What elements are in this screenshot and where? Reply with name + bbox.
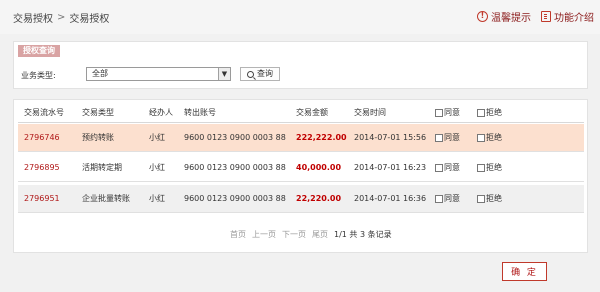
row-handler: 小红 [149,133,165,142]
row-time: 2014-07-01 16:23 [354,163,427,172]
row-serial[interactable]: 2796951 [24,185,60,212]
reject-checkbox[interactable] [477,133,485,142]
breadcrumb: 交易授权 > 交易授权 [13,10,109,25]
alert-icon: ! [477,11,488,22]
reject-label: 拒绝 [486,194,502,203]
row-type: 企业批量转账 [82,194,130,203]
row-account: 9600 0123 0900 0003 88 [184,194,286,203]
row-reject[interactable]: 拒绝 [477,124,502,151]
chevron-down-icon[interactable]: ▼ [218,68,230,80]
page-info: 1/1 共 3 条记录 [334,230,392,239]
business-type-select[interactable]: 全部 ▼ [86,67,231,81]
table-row[interactable]: 2796746 预约转账 小红 9600 0123 0900 0003 88 2… [18,124,584,152]
row-amount: 40,000.00 [296,163,342,172]
last-page-link[interactable]: 尾页 [312,229,328,240]
agree-checkbox[interactable] [435,163,443,172]
row-agree[interactable]: 同意 [435,185,460,212]
agree-label: 同意 [444,163,460,172]
help-link[interactable]: 功能介绍 [541,9,594,24]
row-serial[interactable]: 2796895 [24,154,60,181]
row-account: 9600 0123 0900 0003 88 [184,133,286,142]
agree-label: 同意 [444,133,460,142]
help-label: 功能介绍 [554,13,594,24]
tips-label: 温馨提示 [491,13,531,24]
reject-all-checkbox[interactable] [477,108,485,117]
header-reject-all[interactable]: 拒绝 [477,103,502,122]
confirm-button[interactable]: 确 定 [502,262,547,281]
row-agree[interactable]: 同意 [435,154,460,181]
row-serial[interactable]: 2796746 [24,124,60,151]
header-time: 交易时间 [354,108,386,117]
header-amount: 交易金额 [296,108,328,117]
search-icon [247,70,254,78]
business-type-value: 全部 [92,69,108,78]
table-row[interactable]: 2796895 活期转定期 小红 9600 0123 0900 0003 88 … [18,154,584,182]
header-reject-label: 拒绝 [486,108,502,117]
breadcrumb-parent[interactable]: 交易授权 [13,10,53,25]
row-time: 2014-07-01 16:36 [354,194,427,203]
top-bar: 交易授权 > 交易授权 ! 温馨提示 功能介绍 [0,0,600,34]
breadcrumb-current: 交易授权 [69,14,110,25]
row-account: 9600 0123 0900 0003 88 [184,163,286,172]
row-type: 预约转账 [82,133,114,142]
row-handler: 小红 [149,194,165,203]
header-handler: 经办人 [149,108,173,117]
row-reject[interactable]: 拒绝 [477,185,502,212]
header-type: 交易类型 [82,108,114,117]
table-row[interactable]: 2796951 企业批量转账 小红 9600 0123 0900 0003 88… [18,185,584,213]
breadcrumb-separator: > [57,12,66,23]
next-page-link[interactable]: 下一页 [282,229,306,240]
header-agree-all[interactable]: 同意 [435,103,460,122]
agree-all-checkbox[interactable] [435,108,443,117]
row-reject[interactable]: 拒绝 [477,154,502,181]
business-type-label: 业务类型: [21,71,56,80]
query-button[interactable]: 查询 [240,67,280,81]
reject-checkbox[interactable] [477,163,485,172]
reject-checkbox[interactable] [477,194,485,203]
query-button-label: 查询 [257,69,273,78]
pagination: 首页 上一页 下一页 尾页 1/1 共 3 条记录 [230,229,392,240]
header-account: 转出账号 [184,108,216,117]
reject-label: 拒绝 [486,133,502,142]
row-amount: 22,220.00 [296,194,342,203]
reject-label: 拒绝 [486,163,502,172]
row-amount: 222,222.00 [296,133,347,142]
authorization-table: 交易流水号 交易类型 经办人 转出账号 交易金额 交易时间 同意 拒绝 2796… [13,99,588,253]
first-page-link[interactable]: 首页 [230,229,246,240]
prev-page-link[interactable]: 上一页 [252,229,276,240]
top-links: ! 温馨提示 功能介绍 [477,9,594,24]
agree-checkbox[interactable] [435,133,443,142]
row-type: 活期转定期 [82,163,122,172]
header-agree-label: 同意 [444,108,460,117]
row-time: 2014-07-01 15:56 [354,133,427,142]
book-icon [541,11,551,22]
row-handler: 小红 [149,163,165,172]
agree-checkbox[interactable] [435,194,443,203]
tips-link[interactable]: ! 温馨提示 [477,9,531,24]
table-header: 交易流水号 交易类型 经办人 转出账号 交易金额 交易时间 同意 拒绝 [18,103,584,123]
header-serial: 交易流水号 [24,108,64,117]
query-panel: 授权查询 业务类型: 全部 ▼ 查询 [13,41,588,89]
query-panel-tag: 授权查询 [18,45,60,57]
agree-label: 同意 [444,194,460,203]
row-agree[interactable]: 同意 [435,124,460,151]
